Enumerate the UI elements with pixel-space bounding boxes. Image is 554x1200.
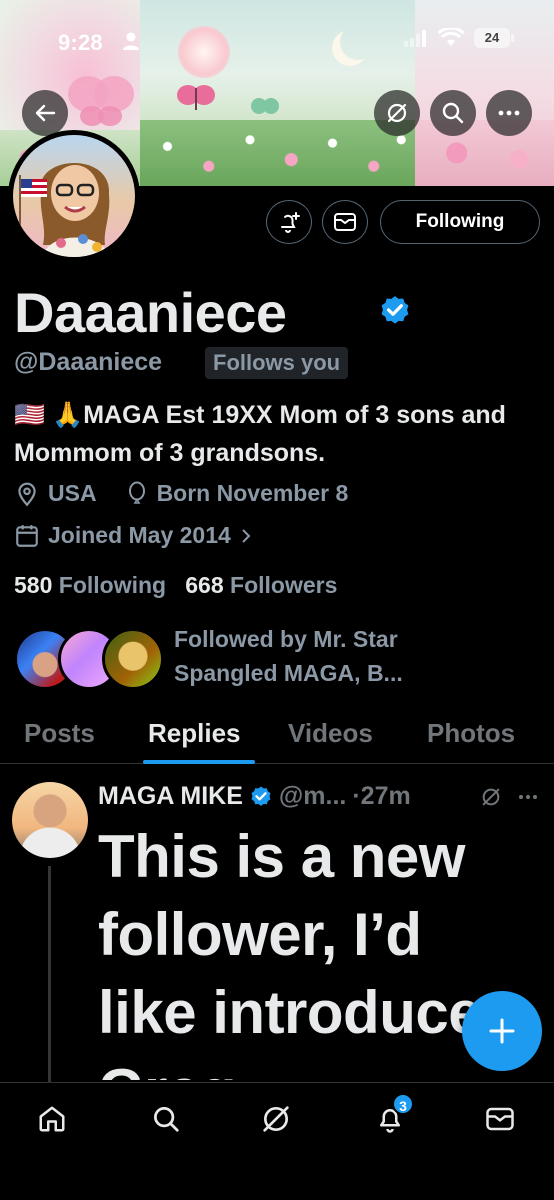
following-button[interactable]: Following [380,200,540,244]
banner-flowers [140,120,415,186]
profile-bio: 🇺🇸 🙏MAGA Est 19XX Mom of 3 sons and Momm… [14,396,544,472]
nav-search[interactable] [146,1099,186,1139]
mutual-followers-avatars[interactable] [14,628,164,690]
bell-plus-icon [281,212,300,233]
verified-badge-icon [251,786,271,806]
status-time: 9:28 [58,30,103,55]
nav-home[interactable] [32,1099,72,1139]
follows-you-badge: Follows you [205,347,349,379]
grok-icon[interactable] [480,786,502,808]
profile-meta-location-born: USA Born November 8 [14,480,348,507]
search-icon [154,1107,179,1132]
tab-photos[interactable]: Photos [427,718,515,749]
message-button[interactable] [322,200,368,244]
grok-icon [263,1106,289,1132]
profile-handle: @Daaaniece [14,348,163,376]
search-icon [442,102,464,124]
banner-sun [178,26,230,78]
profile-birthday: Born November 8 [156,480,349,506]
bottom-navigation: 3 [0,1082,554,1200]
profile-tabs: Posts Replies Videos Photos [0,712,554,764]
grok-button[interactable] [374,90,420,136]
avatar-illustration [19,163,110,257]
grok-icon [387,103,407,123]
followed-by-text[interactable]: Followed by Mr. Star Spangled MAGA, B... [174,622,504,690]
search-button[interactable] [430,90,476,136]
profile-avatar[interactable] [8,130,140,262]
tab-posts[interactable]: Posts [24,718,95,749]
notifications-badge: 3 [392,1093,414,1115]
profile-joined: Joined May 2014 [48,522,231,548]
calendar-icon [16,524,38,547]
display-name: Daaaniece [14,281,287,344]
banner-flowers-right [415,120,554,186]
following-count-link[interactable]: 580 Following [14,572,166,598]
chevron-right-icon [242,528,251,543]
plus-icon [489,1018,515,1044]
nav-grok[interactable] [256,1099,296,1139]
butterfly-icon [251,98,279,114]
compose-post-button[interactable] [462,991,542,1071]
avatar [102,628,164,690]
followers-count: 668 [185,572,224,598]
location-pin-icon [18,482,36,506]
profile-meta-joined[interactable]: Joined May 2014 [14,522,253,549]
battery-indicator: 24 [474,28,514,48]
envelope-icon [334,213,356,231]
thread-line [48,866,51,1082]
signal-icon [404,30,426,47]
tweet-header: MAGA MIKE @m... ·27m [98,782,411,811]
tweet-timestamp: ·27m [352,782,411,810]
back-button[interactable] [22,90,68,136]
tweet-author-name[interactable]: MAGA MIKE [98,782,243,811]
tweet-author-handle[interactable]: @m... [279,782,346,811]
person-icon [123,32,139,50]
wifi-icon [438,28,464,46]
followers-label: Followers [230,572,338,598]
notifications-subscribe-button[interactable] [266,200,312,244]
bio-emoji: 🇺🇸 🙏 [14,401,84,429]
home-icon [39,1106,65,1132]
banner-moon [340,24,376,60]
arrow-left-icon [35,104,56,122]
nav-messages[interactable] [480,1099,520,1139]
envelope-icon [486,1107,514,1131]
more-button[interactable] [486,90,532,136]
avatar-image [13,135,135,257]
bio-text: MAGA Est 19XX Mom of 3 sons and Mommom o… [14,401,506,467]
following-count: 580 [14,572,53,598]
more-icon [498,110,520,116]
verified-badge-icon[interactable] [378,294,412,328]
balloon-icon [128,481,145,504]
following-label: Following [58,572,167,598]
butterfly-icon [177,85,215,110]
tab-replies[interactable]: Replies [148,718,241,749]
tab-videos[interactable]: Videos [288,718,373,749]
active-tab-indicator [143,760,255,764]
more-icon[interactable] [518,794,538,800]
followers-count-link[interactable]: 668 Followers [185,572,337,598]
nav-notifications[interactable]: 3 [370,1093,414,1139]
follow-counts: 580 Following 668 Followers [14,572,337,599]
butterfly-icon [68,76,134,126]
tweet-text[interactable]: This is a new follower, I’d like introdu… [98,818,518,1080]
status-indicators: 24 [404,28,514,48]
tweet-author-avatar[interactable] [12,782,88,858]
profile-location: USA [48,480,97,506]
